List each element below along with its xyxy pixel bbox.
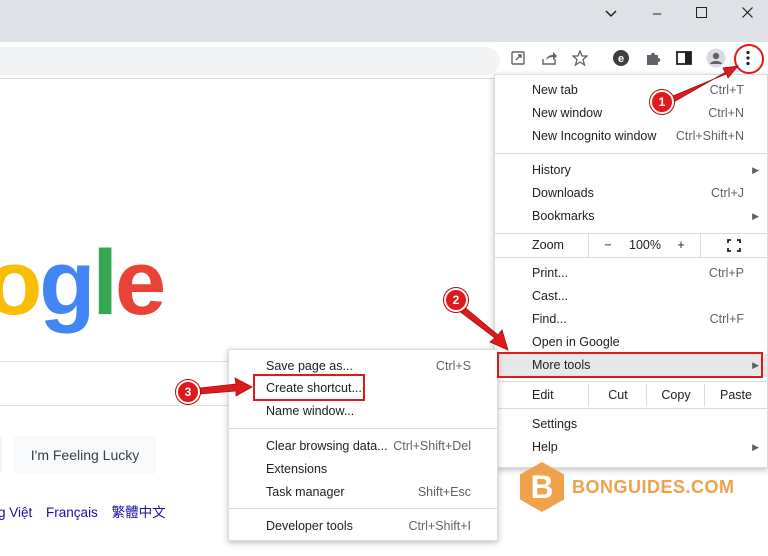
step-badge-2: 2 bbox=[444, 288, 468, 312]
arrow-step-2 bbox=[457, 304, 509, 351]
bonguides-watermark: B BONGUIDES.COM bbox=[520, 462, 735, 512]
arrow-step-3 bbox=[199, 377, 253, 397]
step-badge-3: 3 bbox=[176, 380, 200, 404]
arrow-step-1 bbox=[667, 65, 739, 105]
watermark-logo: B bbox=[520, 462, 564, 512]
step-badge-1: 1 bbox=[650, 90, 674, 114]
watermark-text: BONGUIDES.COM bbox=[572, 476, 735, 497]
